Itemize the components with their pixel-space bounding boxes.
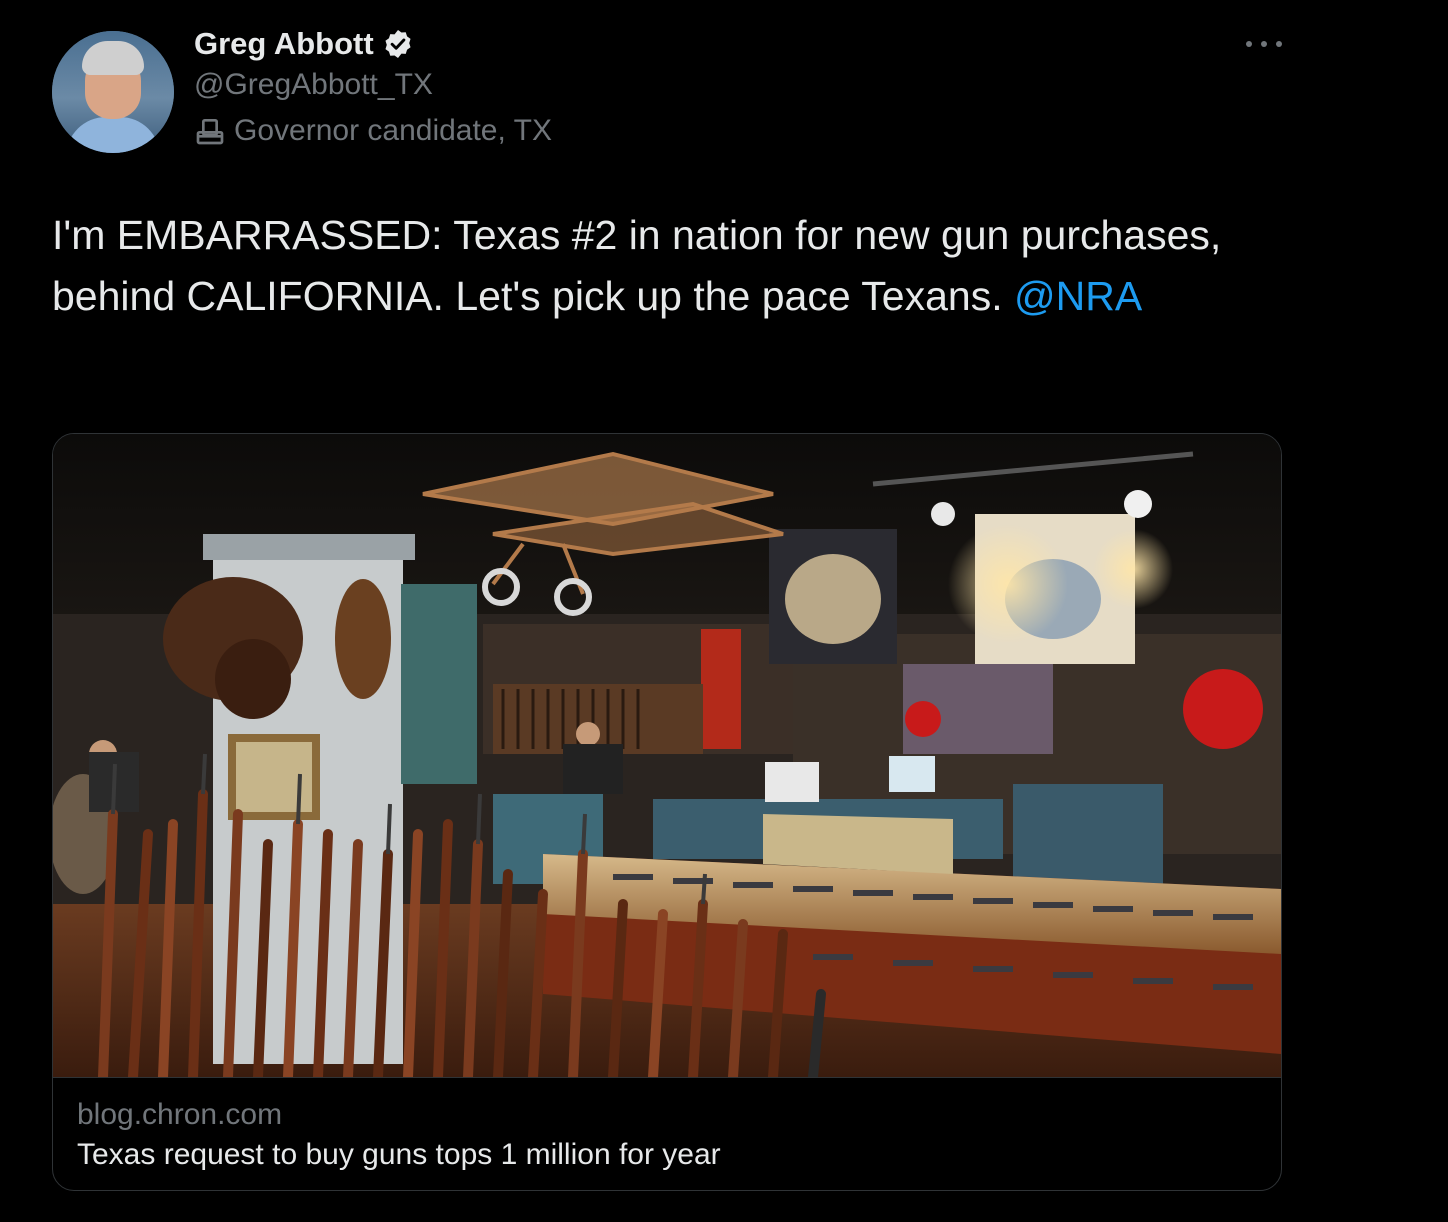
- card-domain: blog.chron.com: [77, 1098, 283, 1131]
- tweet: Greg Abbott @GregAbbott_TX Governor cand…: [0, 0, 1448, 1222]
- card-image[interactable]: [53, 434, 1281, 1077]
- tweet-text: I'm EMBARRASSED: Texas #2 in nation for …: [52, 205, 1252, 327]
- more-options-icon[interactable]: [1246, 34, 1282, 54]
- gun-store-photo: [53, 434, 1281, 1077]
- author-name-row: Greg Abbott: [194, 24, 414, 64]
- avatar[interactable]: [52, 31, 174, 153]
- author-display-name[interactable]: Greg Abbott: [194, 26, 374, 62]
- author-label: Governor candidate, TX: [194, 114, 552, 148]
- mention-link[interactable]: @NRA: [1014, 273, 1142, 319]
- link-card[interactable]: blog.chron.com Texas request to buy guns…: [52, 433, 1282, 1191]
- verified-badge-icon: [385, 30, 411, 58]
- author-handle[interactable]: @GregAbbott_TX: [194, 68, 433, 102]
- ballot-box-icon: [196, 119, 224, 145]
- author-label-text: Governor candidate, TX: [234, 114, 552, 147]
- card-title[interactable]: Texas request to buy guns tops 1 million…: [77, 1138, 721, 1172]
- card-meta[interactable]: blog.chron.com Texas request to buy guns…: [53, 1077, 1281, 1190]
